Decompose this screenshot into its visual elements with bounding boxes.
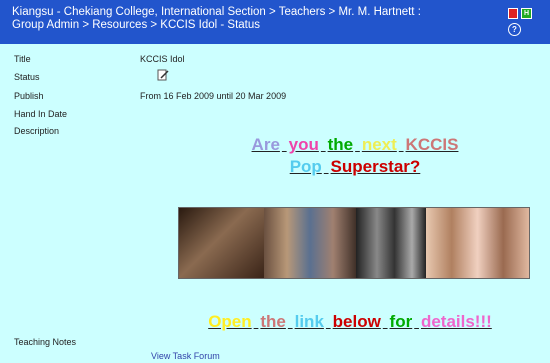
word: details!!! (420, 312, 492, 331)
view-task-forum-link[interactable]: View Task Forum (151, 351, 220, 361)
teaching-notes-label: Teaching Notes (14, 337, 77, 347)
pop-stars-photo-strip (178, 207, 530, 279)
word: below (332, 312, 381, 331)
photo-1 (179, 208, 264, 278)
description-headline-3: Open the link below for details!!! (150, 312, 550, 332)
word: Superstar? (330, 157, 421, 176)
description-headline-2: Pop Superstar? (180, 157, 530, 177)
h-icon[interactable]: H (521, 8, 532, 19)
word: next (361, 135, 397, 154)
word: Pop (289, 157, 322, 176)
word: the (260, 312, 286, 331)
word: Open (208, 312, 252, 331)
breadcrumb-line-2[interactable]: Group Admin > Resources > KCCIS Idol - S… (12, 19, 452, 32)
photo-2 (264, 208, 356, 278)
word: for (389, 312, 413, 331)
photo-4 (426, 208, 529, 278)
description-headline-1: Are you the next KCCIS (180, 135, 530, 155)
help-icon[interactable]: ? (508, 23, 521, 36)
word: link (294, 312, 324, 331)
photo-3 (356, 208, 426, 278)
word: Are (251, 135, 280, 154)
title-label: Title (14, 54, 31, 64)
word: the (327, 135, 354, 154)
flag-icon[interactable] (508, 8, 518, 19)
page-header: Kiangsu - Chekiang College, Internationa… (0, 0, 550, 44)
word: KCCIS (405, 135, 459, 154)
title-value: KCCIS Idol (140, 54, 185, 64)
publish-label: Publish (14, 91, 44, 101)
publish-value: From 16 Feb 2009 until 20 Mar 2009 (140, 91, 287, 101)
edit-status-icon[interactable] (157, 69, 169, 81)
status-label: Status (14, 72, 40, 82)
breadcrumb-line-1[interactable]: Kiangsu - Chekiang College, Internationa… (12, 6, 452, 19)
header-icons: H ? (506, 7, 536, 39)
word: you (288, 135, 319, 154)
description-label: Description (14, 126, 60, 136)
hand-in-date-label: Hand In Date (14, 109, 68, 119)
